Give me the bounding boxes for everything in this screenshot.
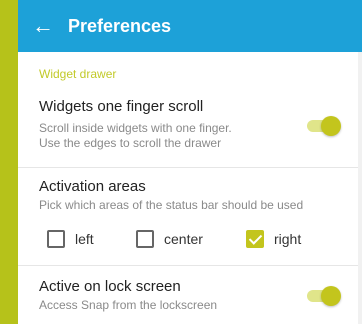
section-header: Widget drawer bbox=[39, 67, 117, 81]
checkbox-center-label: center bbox=[164, 231, 203, 247]
toggle-thumb bbox=[321, 116, 341, 136]
activation-area-options: left center right bbox=[18, 230, 362, 254]
scrollbar[interactable] bbox=[358, 52, 362, 324]
checkbox-right-label: right bbox=[274, 231, 302, 247]
pref-lock-screen-title: Active on lock screen bbox=[39, 278, 181, 295]
pref-widgets-scroll-title: Widgets one finger scroll bbox=[39, 98, 204, 115]
widgets-scroll-toggle[interactable] bbox=[303, 115, 343, 136]
arrow-left-icon[interactable]: ← bbox=[32, 15, 68, 37]
pref-widgets-scroll[interactable]: Widgets one finger scroll Scroll inside … bbox=[18, 90, 362, 160]
checkbox-left-box[interactable] bbox=[47, 230, 65, 248]
pref-widgets-scroll-subtitle-2: Use the edges to scroll the drawer bbox=[39, 136, 222, 150]
checkbox-right-box[interactable] bbox=[246, 230, 264, 248]
checkbox-right[interactable]: right bbox=[246, 230, 301, 248]
pref-lock-screen[interactable]: Active on lock screen Access Snap from t… bbox=[18, 270, 362, 324]
checkbox-left-label: left bbox=[75, 231, 94, 247]
lock-screen-toggle[interactable] bbox=[303, 285, 343, 306]
pref-activation-areas-title: Activation areas bbox=[39, 178, 146, 195]
pref-widgets-scroll-subtitle-1: Scroll inside widgets with one finger. bbox=[39, 121, 232, 135]
toggle-thumb bbox=[321, 286, 341, 306]
checkbox-center-box[interactable] bbox=[136, 230, 154, 248]
pref-lock-screen-subtitle: Access Snap from the lockscreen bbox=[39, 298, 218, 312]
checkbox-center[interactable]: center bbox=[136, 230, 203, 248]
divider bbox=[18, 167, 362, 168]
checkbox-left[interactable]: left bbox=[47, 230, 94, 248]
divider bbox=[18, 265, 362, 266]
app-bar: ← Preferences bbox=[18, 0, 362, 52]
preferences-panel: ← Preferences Widget drawer Widgets one … bbox=[18, 0, 362, 324]
page-title: Preferences bbox=[68, 15, 172, 36]
pref-activation-areas-subtitle: Pick which areas of the status bar shoul… bbox=[39, 198, 304, 212]
